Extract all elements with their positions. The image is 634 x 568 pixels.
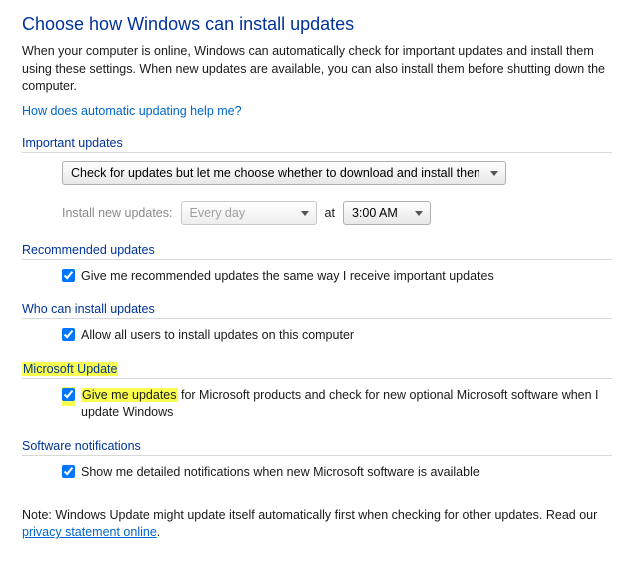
schedule-label: Install new updates: [62, 206, 173, 220]
privacy-link[interactable]: privacy statement online [22, 525, 157, 539]
schedule-day-select: Every day [181, 201, 317, 225]
notifications-checkbox-label: Show me detailed notifications when new … [81, 464, 480, 481]
important-updates-select[interactable]: Check for updates but let me choose whet… [62, 161, 506, 185]
schedule-at-label: at [325, 206, 335, 220]
recommended-checkbox[interactable] [62, 269, 75, 282]
page-title: Choose how Windows can install updates [22, 14, 612, 35]
schedule-time-select[interactable]: 3:00 AM [343, 201, 431, 225]
section-important-header: Important updates [22, 136, 612, 153]
section-msupdate-header: Microsoft Update [22, 362, 612, 379]
section-who-header: Who can install updates [22, 302, 612, 319]
recommended-checkbox-label: Give me recommended updates the same way… [81, 268, 494, 285]
msupdate-checkbox-label: Give me updates for Microsoft products a… [81, 387, 612, 421]
notifications-checkbox[interactable] [62, 465, 75, 478]
section-notifications-header: Software notifications [22, 439, 612, 456]
help-link[interactable]: How does automatic updating help me? [22, 104, 242, 118]
section-recommended-header: Recommended updates [22, 243, 612, 260]
who-checkbox[interactable] [62, 328, 75, 341]
who-checkbox-label: Allow all users to install updates on th… [81, 327, 354, 344]
intro-text: When your computer is online, Windows ca… [22, 43, 612, 96]
footer-note: Note: Windows Update might update itself… [22, 507, 612, 542]
msupdate-checkbox[interactable] [62, 388, 75, 401]
